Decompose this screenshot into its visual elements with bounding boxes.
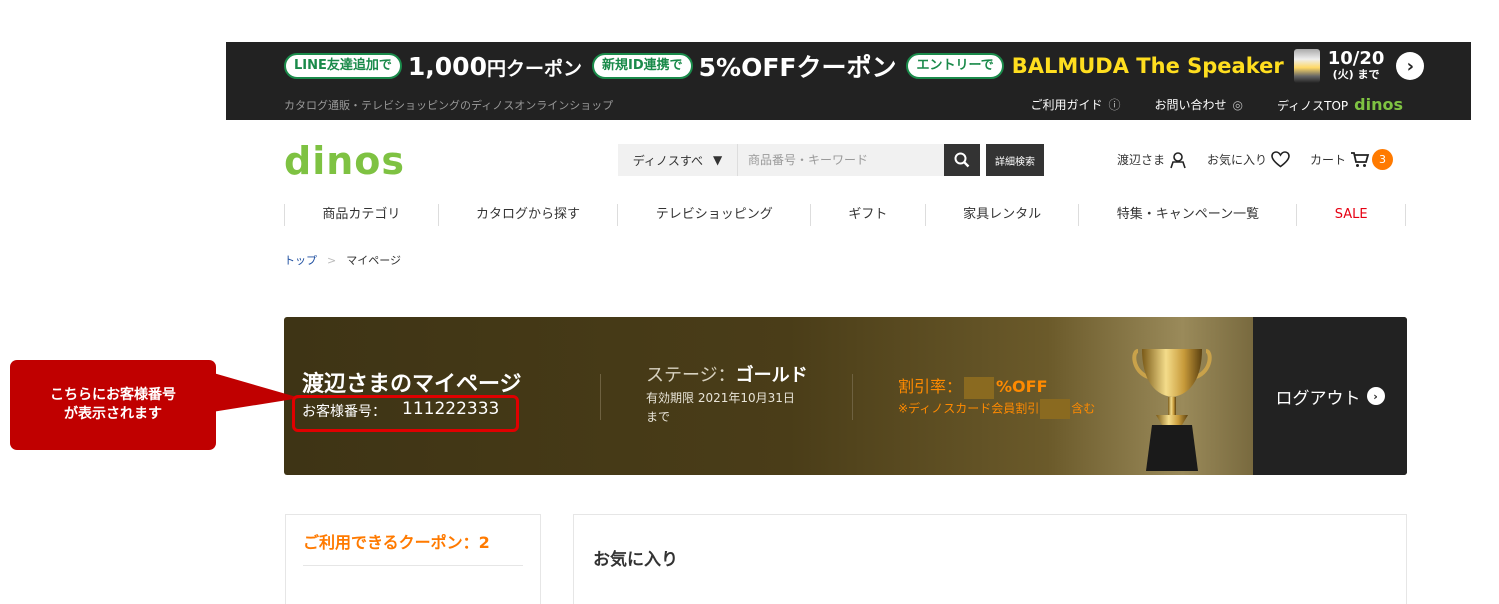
divider xyxy=(852,374,853,420)
nav-item-campaigns[interactable]: 特集・キャンペーン一覧 xyxy=(1078,204,1296,226)
available-coupons-link[interactable]: ご利用できるクーポン：2 xyxy=(303,529,490,553)
stage-value: ゴールド xyxy=(735,365,808,386)
chevron-right-icon[interactable]: › xyxy=(1396,52,1425,80)
breadcrumb-separator: > xyxy=(327,254,337,267)
discount-note: ※ディノスカード会員割引 含む xyxy=(898,399,1095,419)
logout-button[interactable]: ログアウト › xyxy=(1253,317,1407,475)
caret-down-icon: ▼ xyxy=(713,153,723,167)
search-input[interactable] xyxy=(738,144,944,176)
annotation-callout: こちらにお客様番号 が表示されます xyxy=(10,360,216,450)
search-scope-select[interactable]: ディノスすべ ▼ xyxy=(618,144,738,176)
favorites-panel: お気に入り xyxy=(573,514,1407,604)
coupon-panel: ご利用できるクーポン：2 xyxy=(285,514,541,604)
promo-coupon-amount: 1,000円クーポン xyxy=(408,52,582,81)
promo-date-day: 10/20 xyxy=(1327,48,1385,69)
account-link[interactable]: 渡辺さま xyxy=(1117,151,1187,169)
promo-row[interactable]: LINE友達追加で 1,000円クーポン 新規ID連携で 5%OFFクーポン エ… xyxy=(284,47,1425,85)
promo-pill-entry: エントリーで xyxy=(906,53,1004,79)
headset-icon: ◎ xyxy=(1232,98,1243,112)
help-icon: ⓘ xyxy=(1108,98,1121,112)
promo-date: 10/20 (火) まで xyxy=(1328,50,1385,82)
utility-links: ご利用ガイド ⓘ お問い合わせ ◎ ディノスTOP dinos xyxy=(1030,95,1403,114)
guide-link-label: ご利用ガイド xyxy=(1030,98,1103,112)
favorites-label: お気に入り xyxy=(1207,153,1268,167)
nav-item-categories[interactable]: 商品カテゴリ xyxy=(284,204,438,226)
divider xyxy=(600,374,601,420)
search-button[interactable] xyxy=(944,144,980,176)
annotation-text: こちらにお客様番号 が表示されます xyxy=(50,386,176,424)
discount-note-post: 含む xyxy=(1071,401,1096,416)
heart-icon xyxy=(1271,151,1290,168)
nav-item-tv-shopping[interactable]: テレビショッピング xyxy=(617,204,810,226)
promo-product: BALMUDA The Speaker xyxy=(1011,54,1284,78)
breadcrumb-home[interactable]: トップ xyxy=(284,254,317,267)
promo-pill-line: LINE友達追加で xyxy=(284,53,402,79)
masked-value xyxy=(1040,399,1071,419)
cart-icon xyxy=(1351,152,1370,167)
promo-amount-unit: 円クーポン xyxy=(486,57,582,80)
stage-label: ステージ： xyxy=(646,365,736,386)
search-scope-label: ディノスすべ xyxy=(632,153,704,168)
chevron-right-icon: › xyxy=(1366,387,1385,405)
nav-item-sale[interactable]: SALE xyxy=(1296,204,1406,226)
favorites-heading: お気に入り xyxy=(593,550,678,570)
site-tagline: カタログ通販・テレビショッピングのディノスオンラインショップ xyxy=(284,99,614,112)
annotation-highlight-box xyxy=(292,395,519,432)
search-bar: ディノスすべ ▼ 詳細検索 xyxy=(618,144,1044,176)
promo-banner[interactable]: LINE友達追加で 1,000円クーポン 新規ID連携で 5%OFFクーポン エ… xyxy=(226,42,1471,120)
breadcrumb-current: マイページ xyxy=(346,254,401,267)
dinos-logo[interactable]: dinos xyxy=(284,139,405,183)
discount-rate: 割引率： %OFF xyxy=(898,373,1048,399)
contact-link-label: お問い合わせ xyxy=(1154,98,1227,112)
divider xyxy=(303,565,523,566)
breadcrumb: トップ > マイページ xyxy=(284,252,401,268)
discount-suffix: %OFF xyxy=(996,377,1048,396)
account-name: 渡辺さま xyxy=(1117,153,1166,167)
promo-amount: 1,000 xyxy=(407,51,487,81)
nav-item-furniture-rental[interactable]: 家具レンタル xyxy=(924,204,1079,226)
masked-value xyxy=(964,376,995,399)
speaker-image xyxy=(1293,49,1320,83)
dinos-mini-logo: dinos xyxy=(1354,95,1403,114)
advanced-search-button[interactable]: 詳細検索 xyxy=(986,144,1044,176)
user-icon xyxy=(1170,151,1186,168)
annotation-line-1: こちらにお客様番号 xyxy=(50,387,176,403)
mypage-title: 渡辺さまのマイページ xyxy=(302,372,522,397)
nav-item-gift[interactable]: ギフト xyxy=(810,204,925,226)
discount-note-pre: ※ディノスカード会員割引 xyxy=(898,401,1040,416)
stage-expiry: 有効期限 2021年10月31日まで xyxy=(646,391,795,424)
trophy-icon xyxy=(1132,349,1212,471)
annotation-line-2: が表示されます xyxy=(64,406,162,422)
logout-label: ログアウト xyxy=(1275,388,1361,409)
promo-coupon-percent: 5%OFFクーポン xyxy=(698,53,897,82)
guide-link[interactable]: ご利用ガイド ⓘ xyxy=(1030,96,1120,113)
nav-item-catalog[interactable]: カタログから探す xyxy=(437,204,618,226)
cart-link[interactable]: カート 3 xyxy=(1310,149,1394,170)
member-stage: ステージ：ゴールド xyxy=(646,361,808,387)
dinos-top-label: ディノスTOP xyxy=(1276,99,1349,113)
favorites-link[interactable]: お気に入り xyxy=(1207,151,1290,168)
search-icon xyxy=(954,152,970,168)
promo-date-sub: (火) まで xyxy=(1332,68,1380,81)
main-nav: 商品カテゴリ カタログから探す テレビショッピング ギフト 家具レンタル 特集・… xyxy=(284,204,1406,226)
discount-label: 割引率： xyxy=(898,377,963,396)
dinos-top-link[interactable]: ディノスTOP dinos xyxy=(1277,95,1403,114)
contact-link[interactable]: お問い合わせ ◎ xyxy=(1154,96,1243,113)
promo-pill-id: 新規ID連携で xyxy=(591,53,693,79)
cart-count-badge: 3 xyxy=(1372,149,1394,170)
cart-label: カート xyxy=(1310,153,1347,167)
user-links: 渡辺さま お気に入り カート 3 xyxy=(1117,149,1413,170)
